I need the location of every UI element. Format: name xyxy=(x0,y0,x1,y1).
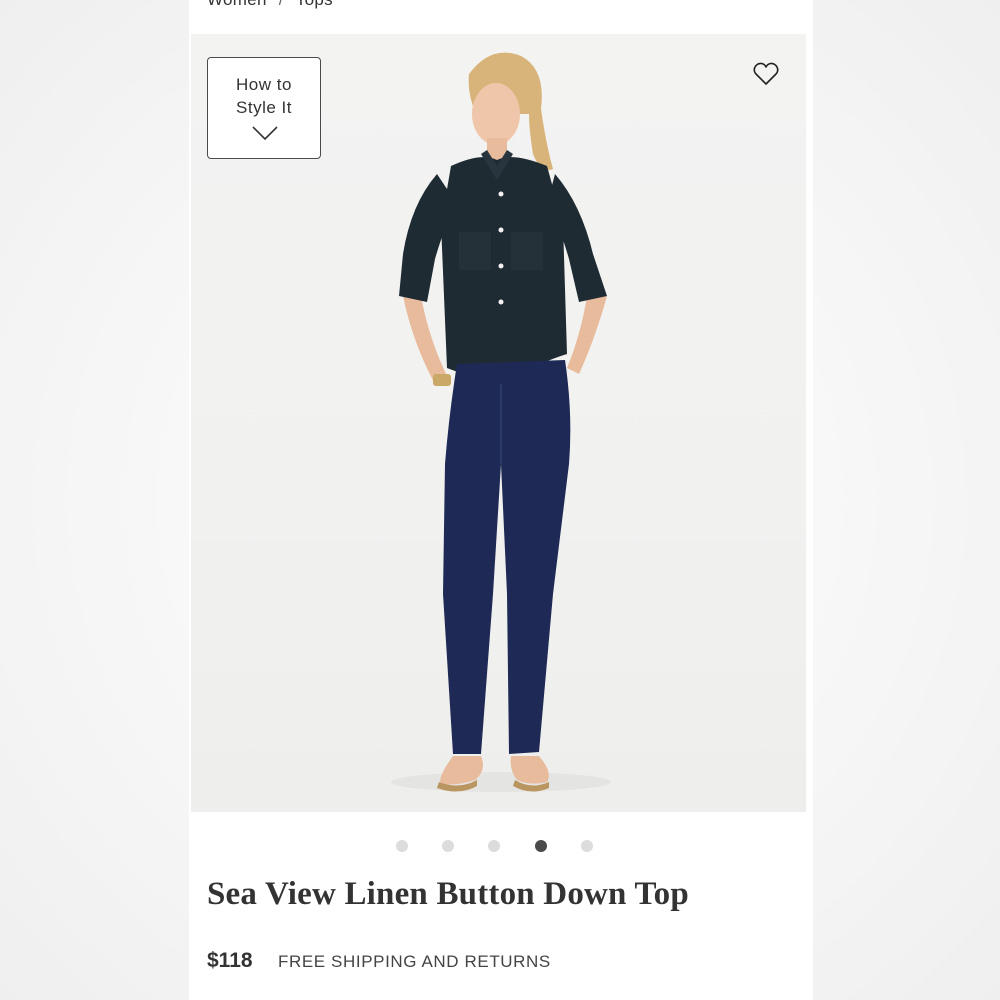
breadcrumb-item-tops[interactable]: Tops xyxy=(296,0,333,9)
carousel-dot-active[interactable] xyxy=(535,840,547,852)
carousel-dot[interactable] xyxy=(488,840,500,852)
carousel-dot[interactable] xyxy=(396,840,408,852)
shirt-pocket-right xyxy=(511,232,543,270)
shirt-button xyxy=(498,227,504,233)
style-button-label-line1: How to xyxy=(236,75,292,94)
right-forearm xyxy=(567,296,607,374)
photo-shadow xyxy=(391,772,611,792)
carousel-dot[interactable] xyxy=(442,840,454,852)
shirt-pocket-left xyxy=(459,232,491,270)
shipping-info: FREE SHIPPING AND RETURNS xyxy=(278,952,551,971)
bracelet xyxy=(433,374,451,386)
product-title: Sea View Linen Button Down Top xyxy=(207,876,689,912)
breadcrumb-separator: / xyxy=(279,0,284,9)
how-to-style-it-button[interactable]: How to Style It xyxy=(207,57,321,159)
carousel-dot[interactable] xyxy=(581,840,593,852)
shirt-button xyxy=(498,299,504,305)
left-forearm xyxy=(403,296,449,386)
shirt-button xyxy=(498,191,504,197)
product-photo xyxy=(391,52,611,792)
product-page: Women / Tops xyxy=(189,0,813,1000)
face xyxy=(472,83,520,145)
product-price: $118 xyxy=(207,949,253,972)
heart-icon[interactable] xyxy=(753,62,779,86)
breadcrumb: Women / Tops xyxy=(207,0,333,10)
shirt-button xyxy=(498,263,504,269)
chevron-down-icon xyxy=(252,126,278,140)
carousel-indicators xyxy=(189,840,813,856)
jeans xyxy=(443,360,571,754)
product-image-carousel[interactable]: How to Style It xyxy=(191,34,806,812)
style-button-label-line2: Style It xyxy=(236,98,292,117)
breadcrumb-item-women[interactable]: Women xyxy=(207,0,267,9)
